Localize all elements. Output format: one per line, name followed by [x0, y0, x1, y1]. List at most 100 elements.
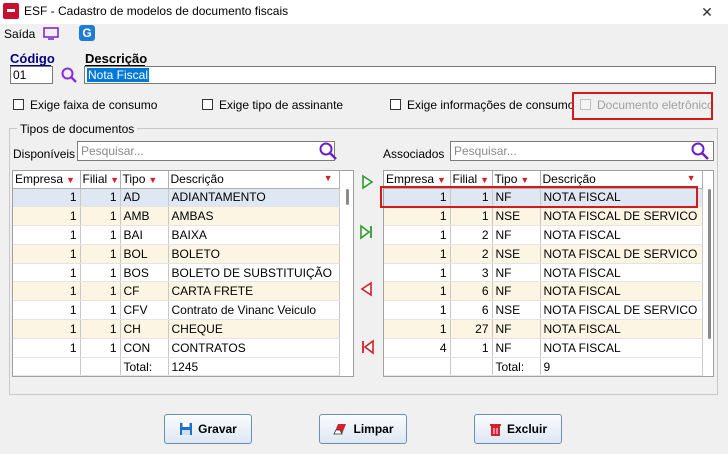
table-cell: 1 — [13, 188, 81, 208]
move-right-icon[interactable] — [358, 173, 376, 191]
table-cell: NF — [492, 263, 541, 283]
table-cell: 1 — [13, 225, 81, 245]
filter-icon[interactable]: ▼ — [687, 173, 696, 183]
table-row[interactable]: 1 1 BAI BAIXA — [13, 225, 340, 245]
table-row[interactable]: 1 3 NF NOTA FISCAL — [384, 263, 703, 283]
checkbox-box[interactable] — [202, 99, 213, 110]
search-icon[interactable] — [318, 141, 338, 161]
move-left-icon[interactable] — [358, 280, 376, 298]
table-row[interactable]: 1 1 CFV Contrato de Vinanc Veiculo — [13, 300, 340, 321]
scrollbar-thumb[interactable] — [346, 189, 349, 205]
table-row[interactable]: 1 27 NF NOTA FISCAL — [384, 319, 703, 339]
table-row[interactable]: 1 6 NF NOTA FISCAL — [384, 281, 703, 302]
monitor-icon[interactable] — [43, 27, 59, 40]
eraser-icon — [333, 424, 347, 435]
move-all-right-icon[interactable] — [358, 223, 376, 241]
g-app-icon[interactable]: G — [79, 25, 95, 41]
gravar-button[interactable]: Gravar — [164, 414, 252, 444]
filter-icon[interactable]: ▼ — [324, 173, 333, 183]
table-cell: 1 — [13, 244, 81, 264]
close-button[interactable]: ✕ — [696, 2, 718, 22]
table-cell: 1 — [384, 244, 451, 264]
table-cell: 1 — [384, 319, 451, 339]
checkbox-faixa-consumo[interactable]: Exige faixa de consumo — [13, 98, 157, 112]
limpar-button[interactable]: Limpar — [319, 414, 407, 444]
filter-icon[interactable]: ▼ — [110, 175, 119, 185]
table-row[interactable]: 1 1 AMB AMBAS — [13, 206, 340, 227]
table-cell: 1 — [13, 319, 81, 339]
table-cell: NSE — [492, 206, 541, 227]
table-cell: NF — [492, 319, 541, 339]
filter-icon[interactable]: ▼ — [66, 175, 75, 185]
filter-icon[interactable]: ▼ — [520, 175, 529, 185]
total-value: 1245 — [168, 356, 340, 376]
checkbox-tipo-assinante[interactable]: Exige tipo de assinante — [202, 98, 343, 112]
table-cell: BAIXA — [168, 225, 340, 245]
table-row[interactable]: 4 1 NF NOTA FISCAL — [384, 338, 703, 358]
table-cell: 1 — [80, 300, 121, 321]
table-row[interactable]: 1 2 NF NOTA FISCAL — [384, 225, 703, 245]
table-cell: NF — [492, 225, 541, 245]
table-row[interactable]: 1 2 NSE NOTA FISCAL DE SERVICO — [384, 244, 703, 264]
table-cell: NSE — [492, 244, 541, 264]
table-row[interactable]: 1 1 BOS BOLETO DE SUBSTITUIÇÃO — [13, 263, 340, 283]
empty-cell — [450, 356, 493, 376]
empty-cell — [80, 356, 121, 376]
table-cell: 1 — [13, 263, 81, 283]
gravar-label: Gravar — [198, 422, 237, 436]
table-cell: 2 — [450, 225, 493, 245]
associados-search-input[interactable]: Pesquisar... — [450, 141, 714, 161]
table-row[interactable]: 1 1 CF CARTA FRETE — [13, 281, 340, 302]
total-row: Total: 9 — [384, 356, 703, 376]
table-cell: NOTA FISCAL DE SERVICO — [540, 300, 703, 321]
table-row[interactable]: 1 1 CH CHEQUE — [13, 319, 340, 339]
descricao-field[interactable]: Nota Fiscal — [84, 66, 716, 84]
title-bar: ESF - Cadastro de modelos de documento f… — [0, 0, 728, 24]
menu-bar: Saída G — [0, 24, 728, 44]
scrollbar-thumb[interactable] — [708, 189, 711, 339]
table-cell: 1 — [384, 281, 451, 302]
filter-icon[interactable]: ▼ — [480, 175, 489, 185]
table-cell: 1 — [80, 281, 121, 302]
codigo-field[interactable]: 01 — [10, 66, 53, 84]
table-cell: NOTA FISCAL — [540, 319, 703, 339]
codigo-label: Código — [10, 51, 55, 66]
disponiveis-grid[interactable]: Empresa ▼ Filial ▼ Tipo ▼ Descrição ▼ 1 1 AD AD… — [12, 170, 354, 377]
menu-saida[interactable]: Saída — [4, 27, 35, 41]
search-icon[interactable] — [60, 66, 78, 84]
table-cell: 1 — [13, 206, 81, 227]
scrollbar[interactable] — [341, 171, 353, 358]
column-header-empresa[interactable]: Empresa ▼ — [13, 171, 81, 189]
move-all-left-icon[interactable] — [358, 338, 376, 356]
table-cell: 6 — [450, 281, 493, 302]
filter-icon[interactable]: ▼ — [148, 175, 157, 185]
filter-icon[interactable]: ▼ — [437, 175, 446, 185]
search-icon[interactable] — [690, 141, 710, 161]
table-cell: AD — [120, 188, 169, 208]
table-row[interactable]: 1 1 CON CONTRATOS — [13, 338, 340, 358]
column-header-filial[interactable]: Filial ▼ — [80, 171, 121, 189]
table-row[interactable]: 1 1 AD ADIANTAMENTO — [13, 188, 340, 208]
table-cell: CF — [120, 281, 169, 302]
table-cell: Contrato de Vinanc Veiculo — [168, 300, 340, 321]
column-header-tipo[interactable]: Tipo ▼ — [120, 171, 169, 189]
table-cell: BOLETO — [168, 244, 340, 264]
table-cell: NOTA FISCAL DE SERVICO — [540, 244, 703, 264]
table-cell: CHEQUE — [168, 319, 340, 339]
column-header-descricao[interactable]: Descrição ▼ — [168, 171, 340, 189]
table-row[interactable]: 1 1 NSE NOTA FISCAL DE SERVICO — [384, 206, 703, 227]
checkbox-box[interactable] — [390, 99, 401, 110]
table-cell: 1 — [80, 338, 121, 358]
disponiveis-search-input[interactable]: Pesquisar... — [77, 141, 335, 161]
table-row[interactable]: 1 1 BOL BOLETO — [13, 244, 340, 264]
table-cell: 1 — [80, 263, 121, 283]
scrollbar[interactable] — [703, 171, 713, 358]
checkbox-label: Exige informações de consumo — [407, 98, 575, 112]
associados-label: Associados — [383, 147, 445, 161]
table-cell: BOL — [120, 244, 169, 264]
table-row[interactable]: 1 6 NSE NOTA FISCAL DE SERVICO — [384, 300, 703, 321]
checkbox-informacoes-consumo[interactable]: Exige informações de consumo — [390, 98, 574, 112]
table-cell: NOTA FISCAL — [540, 225, 703, 245]
checkbox-box[interactable] — [13, 99, 24, 110]
excluir-button[interactable]: Excluir — [474, 414, 562, 444]
